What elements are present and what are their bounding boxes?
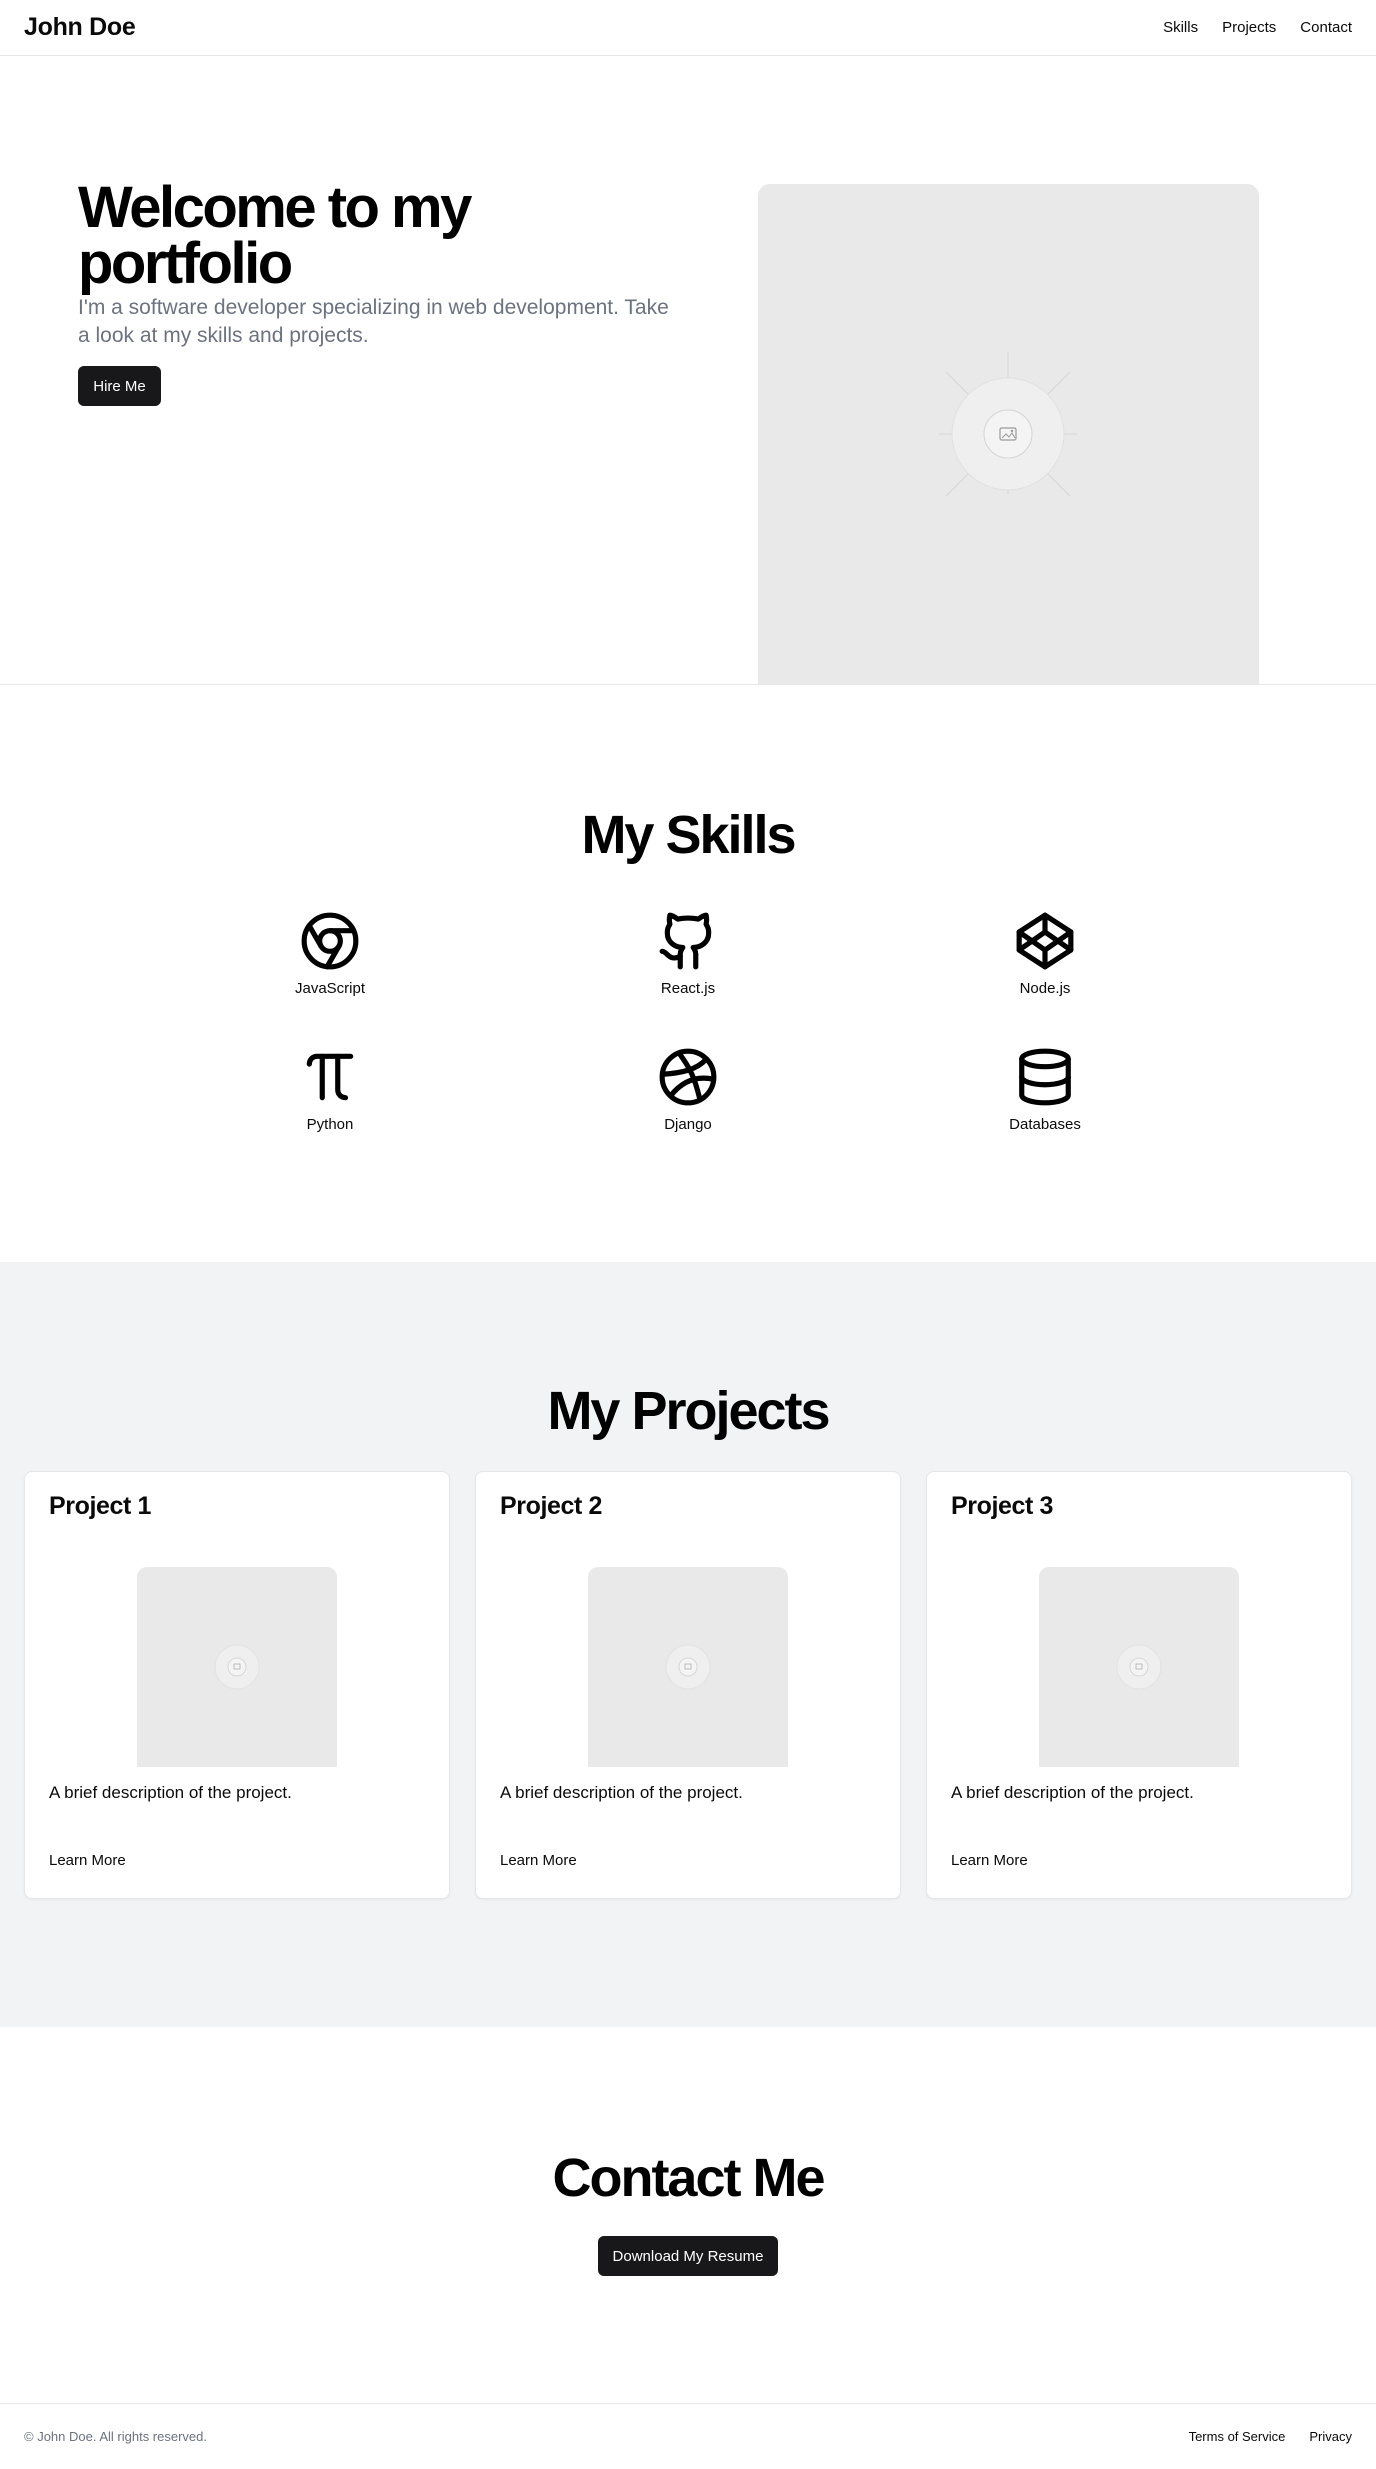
- site-header: John Doe Skills Projects Contact: [0, 0, 1376, 56]
- project-description: A brief description of the project.: [951, 1783, 1194, 1802]
- skill-label: Django: [664, 1116, 712, 1133]
- contact-section: Contact Me Download My Resume: [0, 2027, 1376, 2403]
- project-description: A brief description of the project.: [500, 1783, 743, 1802]
- project-image: [588, 1567, 788, 1767]
- nav-link-projects[interactable]: Projects: [1222, 19, 1276, 36]
- projects-title: My Projects: [547, 1381, 830, 1441]
- contact-title: Contact Me: [552, 2148, 825, 2208]
- image-placeholder-icon: [665, 1644, 711, 1690]
- github-icon: [659, 912, 712, 970]
- pi-icon: [306, 1053, 354, 1101]
- terms-of-service-link[interactable]: Terms of Service: [1189, 2429, 1286, 2444]
- copyright-text: © John Doe. All rights reserved.: [24, 2429, 207, 2444]
- skill-label: Databases: [1009, 1116, 1081, 1133]
- dribbble-icon: [659, 1048, 717, 1106]
- hero-image: [758, 184, 1259, 684]
- chrome-icon: [301, 912, 359, 970]
- skill-label: React.js: [660, 980, 716, 997]
- hero-subtitle: I'm a software developer specializing in…: [78, 296, 669, 347]
- project-card-2: Project 2 A brief description of the pro…: [475, 1471, 901, 1899]
- project-image: [137, 1567, 337, 1767]
- skill-label: Python: [306, 1116, 354, 1133]
- project-title: Project 3: [951, 1492, 1054, 1520]
- project-title: Project 1: [49, 1492, 152, 1520]
- skill-label: JavaScript: [294, 980, 366, 997]
- skills-section: My Skills JavaScript React.js Node.js Py…: [0, 686, 1376, 1262]
- skill-item-databases: Databases: [945, 1046, 1145, 1133]
- learn-more-link[interactable]: Learn More: [500, 1852, 577, 1869]
- skill-label: Node.js: [1019, 980, 1071, 997]
- skill-item-javascript: JavaScript: [230, 910, 430, 997]
- image-placeholder-icon: [1116, 1644, 1162, 1690]
- database-icon: [1019, 1048, 1071, 1106]
- project-image: [1039, 1567, 1239, 1767]
- skills-title: My Skills: [581, 805, 796, 865]
- project-description: A brief description of the project.: [49, 1783, 292, 1802]
- nav-link-contact[interactable]: Contact: [1300, 19, 1352, 36]
- hero-section: Welcome to my portfolio I'm a software d…: [0, 56, 1376, 685]
- privacy-link[interactable]: Privacy: [1309, 2429, 1352, 2444]
- brand-name[interactable]: John Doe: [24, 13, 136, 42]
- image-placeholder-icon: [938, 352, 1078, 497]
- skill-item-python: Python: [230, 1046, 430, 1133]
- nav-link-skills[interactable]: Skills: [1163, 19, 1198, 36]
- project-card-3: Project 3 A brief description of the pro…: [926, 1471, 1352, 1899]
- hero-title: Welcome to my portfolio: [78, 175, 472, 296]
- hire-me-button[interactable]: Hire Me: [78, 366, 161, 406]
- codepen-icon: [1016, 912, 1074, 970]
- projects-section: My Projects Project 1 A brief descriptio…: [0, 1262, 1376, 2027]
- footer-nav: Terms of Service Privacy: [1189, 2429, 1352, 2444]
- site-footer: © John Doe. All rights reserved. Terms o…: [0, 2403, 1376, 2469]
- image-placeholder-icon: [214, 1644, 260, 1690]
- skill-item-reactjs: React.js: [588, 910, 788, 997]
- main-nav: Skills Projects Contact: [1163, 19, 1352, 36]
- project-title: Project 2: [500, 1492, 603, 1520]
- download-resume-button[interactable]: Download My Resume: [598, 2236, 778, 2276]
- learn-more-link[interactable]: Learn More: [951, 1852, 1028, 1869]
- project-card-1: Project 1 A brief description of the pro…: [24, 1471, 450, 1899]
- skill-item-django: Django: [588, 1046, 788, 1133]
- skill-item-nodejs: Node.js: [945, 910, 1145, 997]
- learn-more-link[interactable]: Learn More: [49, 1852, 126, 1869]
